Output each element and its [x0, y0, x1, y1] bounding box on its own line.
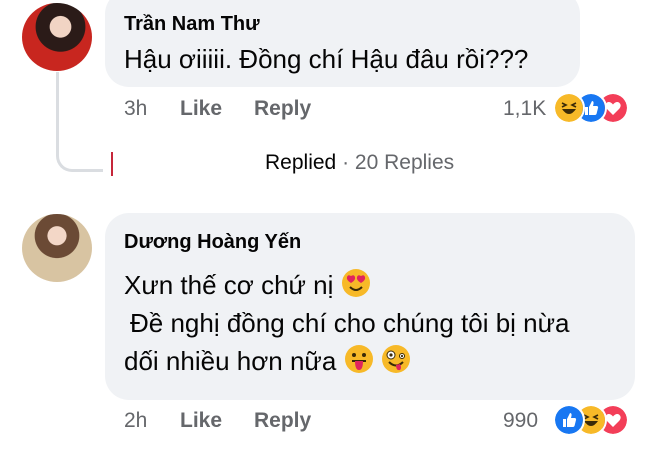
comment-line: Xưn thế cơ chứ nị [124, 266, 570, 304]
haha-icon [553, 92, 585, 124]
replied-label[interactable]: Replied [265, 151, 336, 174]
comment-time[interactable]: 3h [124, 97, 147, 121]
heart-eyes-emoji-icon [341, 269, 370, 297]
thread-connector [56, 72, 104, 172]
comment-author[interactable]: Dương Hoàng Yến [124, 231, 301, 254]
reaction-count[interactable]: 1,1K [503, 97, 546, 121]
comment-text: Xưn thế cơ chứ nị Đề nghị đồng chí cho c… [124, 266, 570, 380]
tongue-emoji-icon [344, 345, 373, 373]
reaction-count[interactable]: 990 [503, 409, 538, 433]
like-button[interactable]: Like [180, 409, 222, 433]
reaction-icons[interactable] [553, 92, 643, 124]
avatar[interactable] [22, 3, 92, 71]
comment-time[interactable]: 2h [124, 409, 147, 433]
view-replies-link[interactable]: Replied · 20 Replies [265, 151, 454, 175]
avatar[interactable] [22, 214, 92, 282]
comment-line: Đề nghị đồng chí cho chúng tôi bị nừa [130, 308, 570, 338]
comment-text: Hậu ơiiiii. Đồng chí Hậu đâu rồi??? [124, 44, 529, 74]
like-icon [553, 404, 585, 436]
comment-line: dối nhiều hơn nữa [124, 342, 570, 380]
replies-count[interactable]: 20 Replies [355, 151, 454, 174]
reply-button[interactable]: Reply [254, 97, 311, 121]
reaction-icons[interactable] [553, 404, 643, 436]
reply-button[interactable]: Reply [254, 409, 311, 433]
zany-emoji-icon [381, 345, 410, 373]
like-button[interactable]: Like [180, 97, 222, 121]
comment-author[interactable]: Trần Nam Thư [124, 13, 260, 36]
reply-avatar [103, 152, 123, 176]
separator: · [342, 151, 350, 174]
